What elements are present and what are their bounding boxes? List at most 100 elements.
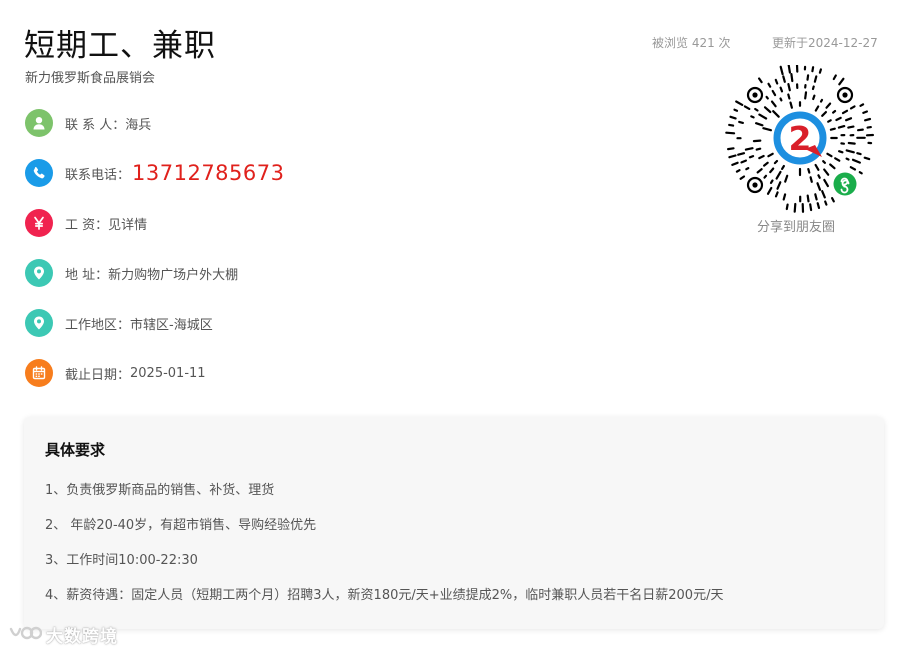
qr-ray	[857, 128, 864, 132]
qr-ray	[834, 157, 841, 162]
qr-ray	[782, 75, 786, 83]
qr-ray	[851, 158, 861, 164]
qr-ray	[837, 124, 846, 129]
qr-ray	[739, 175, 746, 180]
qr-ray	[757, 77, 763, 84]
qr-ray	[754, 107, 759, 112]
yen-icon	[25, 209, 53, 237]
qr-ray	[816, 202, 821, 209]
qr-finder-top-right	[836, 86, 854, 104]
qr-ray	[817, 174, 821, 179]
qr-ray	[762, 161, 769, 167]
address-label: 地 址：	[65, 267, 109, 283]
area-row: 工作地区： 市辖区-海城区	[25, 309, 213, 337]
qr-ray	[856, 152, 862, 156]
qr-ray	[755, 147, 762, 151]
salary-label: 工 资：	[65, 217, 109, 233]
qr-ray	[726, 147, 735, 151]
address-row: 地 址： 新力购物广场户外大棚	[25, 259, 238, 287]
qr-ray	[829, 127, 836, 131]
area-label: 工作地区：	[65, 317, 131, 333]
qr-ray	[818, 68, 823, 74]
qr-ray	[763, 174, 768, 179]
qr-ray	[811, 85, 815, 91]
job-title: 短期工、兼职	[24, 28, 216, 64]
qr-ray	[816, 182, 822, 191]
watermark: 大数跨境	[8, 622, 118, 647]
location-pin-icon	[25, 309, 53, 337]
requirement-item: 2、 年龄20-40岁，有超市销售、导购经验优先	[45, 518, 317, 533]
address-value: 新力购物广场户外大棚	[108, 267, 239, 283]
qr-ray	[831, 109, 837, 114]
person-icon	[25, 109, 53, 137]
qr-ray	[728, 154, 737, 159]
qr-ray	[814, 193, 818, 201]
qr-ray	[771, 89, 777, 97]
qr-ray	[807, 167, 811, 174]
qr-ray	[763, 106, 772, 114]
qr-ray	[821, 190, 826, 199]
qr-code[interactable]: 2	[725, 63, 875, 215]
qr-ray	[813, 75, 818, 83]
qr-ray	[782, 193, 787, 201]
qr-ray	[755, 122, 764, 127]
qr-ray	[811, 66, 815, 73]
update-date: 更新于2024-12-27	[772, 36, 878, 50]
qr-ray	[814, 163, 820, 171]
qr-ray	[832, 74, 837, 81]
qr-ray	[787, 64, 792, 74]
qr-ray	[821, 110, 828, 117]
company-name: 新力俄罗斯食品展销会	[25, 71, 156, 86]
qr-ray	[744, 147, 754, 151]
qr-ray	[862, 110, 868, 115]
qr-ray	[776, 181, 782, 190]
qr-ray	[758, 154, 765, 160]
qr-ray	[790, 73, 794, 83]
calendar-icon	[25, 359, 53, 387]
qr-ray	[804, 91, 808, 100]
requirement-item: 3、工作时间10:00-22:30	[45, 553, 198, 568]
qr-ray	[787, 83, 791, 92]
qr-ray	[765, 95, 769, 100]
qr-ray	[767, 82, 772, 88]
qr-ray	[758, 113, 768, 120]
phone-label: 联系电话：	[65, 167, 131, 183]
qr-ray	[845, 157, 850, 161]
view-count: 被浏览 421 次	[652, 36, 731, 50]
qr-ray	[849, 166, 857, 171]
deadline-row: 截止日期： 2025-01-11	[25, 359, 206, 387]
qr-ray	[767, 152, 774, 158]
qr-ray	[819, 98, 824, 103]
watermark-logo-icon	[9, 626, 42, 639]
mini-program-icon	[832, 171, 858, 197]
watermark-text: 大数跨境	[46, 627, 118, 647]
qr-ray	[740, 159, 747, 164]
qr-ray	[779, 97, 783, 102]
qr-finder-top-left	[746, 86, 764, 104]
qr-ray	[762, 127, 773, 132]
qr-ray	[738, 120, 744, 125]
qr-ray	[731, 161, 739, 167]
qr-ray	[825, 102, 832, 109]
contact-row: 联 系 人： 海兵	[25, 109, 151, 137]
contact-value: 海兵	[125, 117, 152, 133]
qr-ray	[729, 115, 737, 120]
svg-text:2: 2	[789, 119, 812, 158]
qr-ray	[728, 123, 735, 127]
qr-ray	[784, 174, 789, 183]
qr-ray	[773, 159, 779, 165]
qr-ray	[809, 203, 813, 212]
share-moments-label[interactable]: 分享到朋友圈	[757, 216, 835, 235]
qr-ray	[785, 203, 789, 211]
qr-ray	[809, 176, 813, 183]
qr-ray	[859, 103, 865, 107]
phone-number[interactable]: 13712785673	[132, 161, 284, 185]
salary-value: 见详情	[108, 217, 148, 233]
app-logo-icon: 2	[773, 111, 827, 165]
qr-ray	[841, 109, 849, 115]
qr-ray	[775, 170, 782, 180]
qr-ray	[793, 202, 797, 213]
qr-ray	[863, 156, 871, 161]
qr-ray	[812, 94, 816, 101]
qr-ray	[844, 117, 853, 122]
